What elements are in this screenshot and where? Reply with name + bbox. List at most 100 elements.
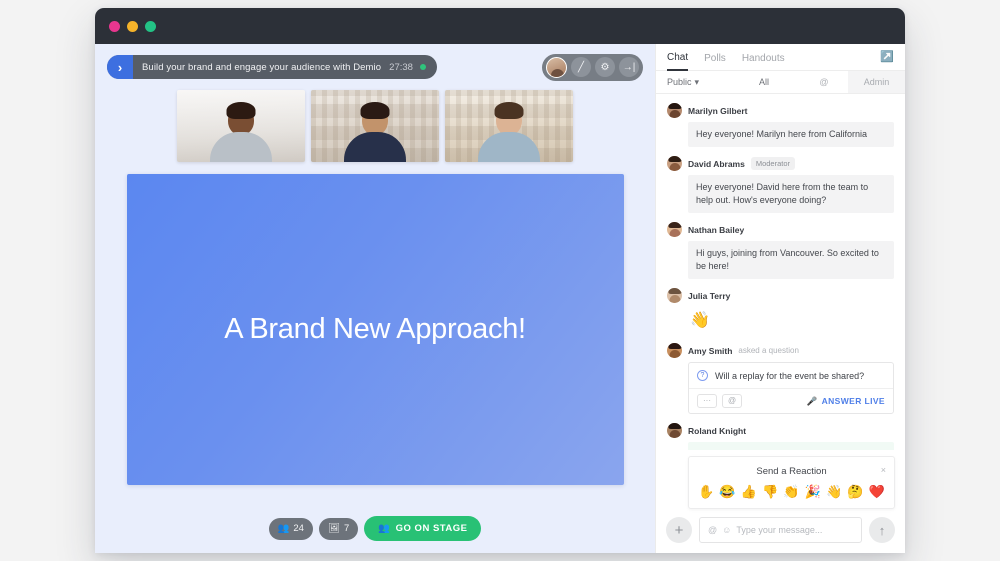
reaction-thumbs-up-icon[interactable]: 👍 xyxy=(741,485,757,498)
add-attachment-button[interactable]: + xyxy=(666,517,692,543)
materials-count: 7 xyxy=(344,523,350,534)
materials-icon: 🖼 xyxy=(327,523,340,534)
filter-mentions-icon[interactable]: @ xyxy=(800,77,848,87)
attendees-counter[interactable]: 👥 24 xyxy=(268,517,313,540)
filter-admin[interactable]: Admin xyxy=(848,71,905,93)
question-text: Will a replay for the event be shared? xyxy=(715,370,865,381)
person-hair-2 xyxy=(360,102,390,119)
tab-chat[interactable]: Chat xyxy=(667,44,689,71)
camera-tile-3[interactable] xyxy=(445,90,573,162)
reaction-panel-title-row: Send a Reaction × xyxy=(689,457,894,485)
person-hair-1 xyxy=(226,102,256,119)
microphone-icon: 🎤 xyxy=(806,395,818,406)
stage-controls-group: ╱ ⚙ →| xyxy=(542,53,643,81)
reaction-thumbs-down-icon[interactable]: 👎 xyxy=(762,485,778,498)
message-author: Marilyn Gilbert xyxy=(688,105,748,116)
answer-live-label: ANSWER LIVE xyxy=(821,396,885,407)
person-head-1 xyxy=(226,102,256,135)
presentation-slide[interactable]: A Brand New Approach! xyxy=(126,174,624,485)
chat-tab-bar: Chat Polls Handouts ↗️ xyxy=(656,44,905,71)
message-emoji: 👋 xyxy=(690,312,710,330)
message-header: Roland Knight xyxy=(667,423,894,439)
emoji-icon[interactable]: ☺ xyxy=(722,525,731,535)
person-head-3 xyxy=(494,102,524,135)
tab-polls[interactable]: Polls xyxy=(704,45,726,70)
session-title: Build your brand and engage your audienc… xyxy=(142,61,382,73)
exit-icon[interactable]: →| xyxy=(619,57,639,77)
camera-tile-2[interactable] xyxy=(311,90,439,162)
close-window-button[interactable] xyxy=(109,20,120,32)
reaction-heart-icon[interactable]: ❤️ xyxy=(869,485,885,498)
app-window: › Build your brand and engage your audie… xyxy=(95,8,905,553)
chevron-down-icon: ▾ xyxy=(694,76,700,87)
chat-message: Nathan Bailey Hi guys, joining from Vanc… xyxy=(667,222,894,280)
question-mark-icon: ? xyxy=(697,370,708,382)
message-header: David Abrams Moderator xyxy=(667,156,894,172)
person-torso-2 xyxy=(344,132,406,162)
avatar xyxy=(667,343,682,359)
close-icon[interactable]: × xyxy=(881,465,886,475)
pen-icon[interactable]: ╱ xyxy=(571,57,591,77)
question-actions: ··· @ 🎤 ANSWER LIVE xyxy=(689,388,893,413)
presenter-avatar[interactable] xyxy=(546,56,567,78)
filter-all[interactable]: All xyxy=(728,77,800,87)
chat-message: Julia Terry 👋 xyxy=(667,288,894,334)
chat-question: Amy Smith asked a question ? Will a repl… xyxy=(667,343,894,415)
more-options-button[interactable]: ··· xyxy=(697,394,717,409)
mention-button[interactable]: @ xyxy=(722,394,743,409)
avatar xyxy=(667,423,682,439)
answer-live-button[interactable]: 🎤 ANSWER LIVE xyxy=(807,396,885,407)
tab-handouts[interactable]: Handouts xyxy=(742,45,785,70)
question-row: ? Will a replay for the event be shared? xyxy=(689,363,893,388)
stage-bottom-bar: 👥 24 🖼 7 👥 GO ON STAGE xyxy=(95,516,655,541)
reaction-party-icon[interactable]: 🎉 xyxy=(805,485,821,498)
filter-public-label: Public xyxy=(667,77,692,87)
message-text: Hi guys, joining from Vancouver. So exci… xyxy=(688,241,894,280)
message-input-placeholder: Type your message... xyxy=(736,525,823,535)
reaction-panel-title: Send a Reaction xyxy=(756,466,827,477)
live-status-icon xyxy=(419,64,426,70)
avatar xyxy=(667,103,682,118)
camera-tile-1[interactable] xyxy=(177,90,305,162)
chat-composer: + @ ☺ Type your message... ↑ xyxy=(656,509,905,553)
chat-message: Marilyn Gilbert Hey everyone! Marilyn he… xyxy=(667,103,894,148)
message-header: Marilyn Gilbert xyxy=(667,103,894,118)
chat-message: Roland Knight @ David Abrams doing great… xyxy=(667,423,894,450)
reaction-laughing-icon[interactable]: 😂 xyxy=(719,485,735,498)
webinar-stage: › Build your brand and engage your audie… xyxy=(95,44,655,553)
minimize-window-button[interactable] xyxy=(127,20,138,32)
chat-messages-list[interactable]: Marilyn Gilbert Hey everyone! Marilyn he… xyxy=(656,94,905,450)
popout-icon[interactable]: ↗️ xyxy=(880,50,894,65)
send-message-button[interactable]: ↑ xyxy=(869,517,895,543)
camera-strip xyxy=(107,90,643,162)
mention-icon[interactable]: @ xyxy=(708,525,717,535)
person-torso-1 xyxy=(210,132,272,162)
reaction-wave-icon[interactable]: 👋 xyxy=(826,485,842,498)
people-icon: 👥 xyxy=(378,523,391,534)
materials-counter[interactable]: 🖼 7 xyxy=(318,517,359,540)
reaction-raised-hand-icon[interactable]: ✋ xyxy=(698,485,714,498)
gear-icon[interactable]: ⚙ xyxy=(595,57,615,77)
avatar xyxy=(667,288,682,304)
message-header: Amy Smith asked a question xyxy=(667,343,894,359)
message-author: Amy Smith xyxy=(688,345,733,356)
message-input-wrapper[interactable]: @ ☺ Type your message... xyxy=(699,517,862,543)
reaction-thinking-icon[interactable]: 🤔 xyxy=(847,485,863,498)
camera-person-2 xyxy=(344,102,406,162)
window-titlebar xyxy=(95,8,905,44)
reaction-clap-icon[interactable]: 👏 xyxy=(783,485,799,498)
message-text: Hey everyone! Marilyn here from Californ… xyxy=(688,122,894,148)
message-body: doing great! xyxy=(764,449,814,450)
person-head-2 xyxy=(360,102,390,135)
avatar xyxy=(667,222,682,238)
session-timer: 27:38 xyxy=(389,61,413,73)
message-text: Hey everyone! David here from the team t… xyxy=(688,175,894,214)
go-on-stage-button[interactable]: 👥 GO ON STAGE xyxy=(364,516,482,541)
filter-public[interactable]: Public ▾ xyxy=(656,77,728,88)
question-card: ? Will a replay for the event be shared?… xyxy=(688,362,894,415)
message-header: Nathan Bailey xyxy=(667,222,894,238)
camera-person-1 xyxy=(210,102,272,162)
reaction-panel: Send a Reaction × ✋ 😂 👍 👎 👏 🎉 👋 🤔 ❤️ xyxy=(688,456,895,509)
maximize-window-button[interactable] xyxy=(145,20,156,32)
message-text: @ David Abrams doing great! xyxy=(688,442,894,450)
